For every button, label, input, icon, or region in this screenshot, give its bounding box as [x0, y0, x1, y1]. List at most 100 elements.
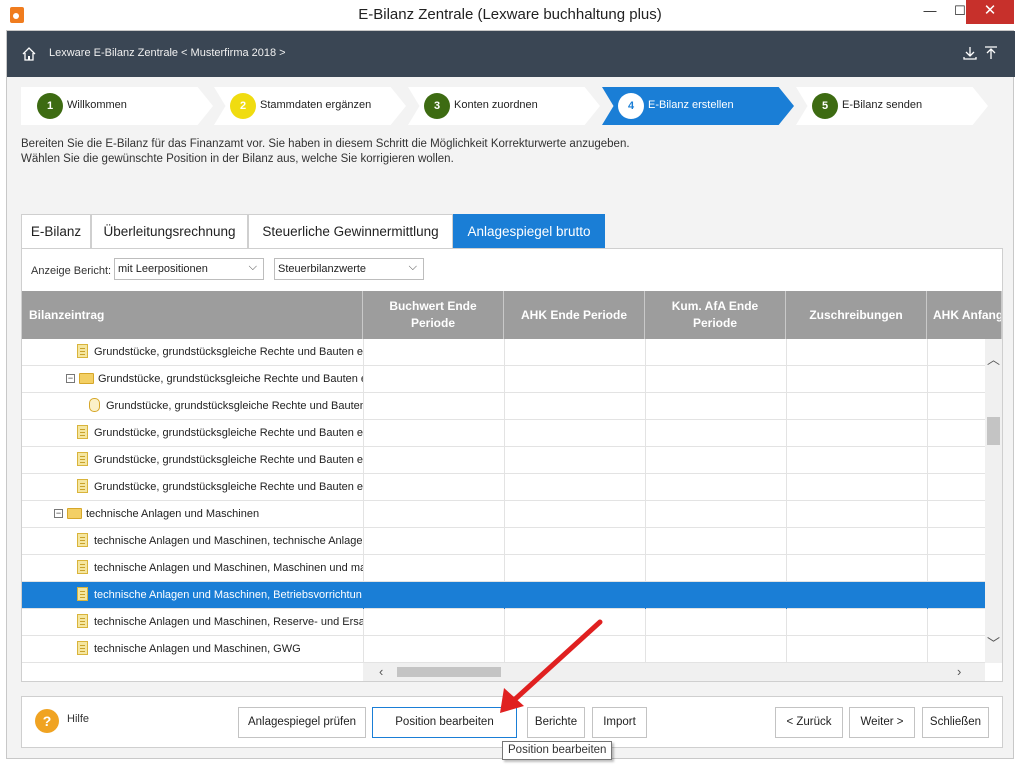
step-number: 5: [812, 93, 838, 119]
column-divider: [504, 609, 505, 636]
document-icon: [77, 344, 88, 359]
reports-button[interactable]: Berichte: [527, 707, 585, 738]
table-row[interactable]: technische Anlagen und Maschinen, GWG: [22, 636, 985, 663]
column-header[interactable]: Buchwert Ende Periode: [363, 291, 504, 339]
import-button[interactable]: Import: [592, 707, 647, 738]
value-type-select[interactable]: Steuerbilanzwerte ⌵: [274, 258, 424, 280]
table-row[interactable]: Grundstücke, grundstücksgleiche Rechte u…: [22, 474, 985, 501]
column-divider: [645, 582, 646, 609]
download-icon[interactable]: [962, 45, 978, 61]
scroll-thumb[interactable]: [987, 417, 1000, 445]
step-label: Konten zuordnen: [454, 99, 538, 111]
table-row[interactable]: Grundstücke, grundstücksgleiche Rechte u…: [22, 420, 985, 447]
intro-line-1: Bereiten Sie die E-Bilanz für das Finanz…: [21, 138, 630, 150]
app-header: Lexware E-Bilanz Zentrale < Musterfirma …: [7, 31, 1015, 77]
home-icon[interactable]: [21, 46, 37, 62]
table-row[interactable]: technische Anlagen und Maschinen, techni…: [22, 528, 985, 555]
step-assign-accounts[interactable]: 3 Konten zuordnen: [408, 87, 600, 125]
minimize-button[interactable]: —: [915, 0, 945, 24]
column-divider: [504, 420, 505, 447]
step-number: 4: [618, 93, 644, 119]
column-divider: [927, 528, 928, 555]
column-divider: [786, 339, 787, 366]
column-divider: [504, 555, 505, 582]
column-divider: [645, 555, 646, 582]
vertical-scrollbar[interactable]: ︿ ﹀: [985, 339, 1002, 663]
table-row[interactable]: − Grundstücke, grundstücksgleiche Rechte …: [22, 366, 985, 393]
select-value: Steuerbilanzwerte: [278, 263, 367, 275]
frozen-column-spacer: [22, 663, 363, 681]
column-divider: [504, 636, 505, 663]
column-divider: [927, 366, 928, 393]
row-label-cell: technische Anlagen und Maschinen, Maschi…: [22, 555, 363, 581]
empty-positions-select[interactable]: mit Leerpositionen ⌵: [114, 258, 264, 280]
help-icon[interactable]: ?: [35, 709, 59, 733]
column-divider: [645, 447, 646, 474]
column-divider: [927, 636, 928, 663]
step-welcome[interactable]: 1 Willkommen: [21, 87, 213, 125]
document-icon: [77, 425, 88, 440]
tab-ebilanz[interactable]: E-Bilanz: [21, 214, 91, 248]
next-button[interactable]: Weiter >: [849, 707, 915, 738]
column-divider: [504, 474, 505, 501]
close-window-button[interactable]: ✕: [966, 0, 1014, 24]
step-create-ebilanz[interactable]: 4 E-Bilanz erstellen: [602, 87, 794, 125]
tab-reconciliation[interactable]: Überleitungsrechnung: [91, 214, 248, 248]
horizontal-scrollbar[interactable]: ‹ ›: [363, 663, 985, 681]
collapse-toggle-icon[interactable]: −: [54, 508, 63, 518]
step-label: Willkommen: [67, 99, 127, 111]
title-bar: E-Bilanz Zentrale (Lexware buchhaltung p…: [0, 0, 1020, 30]
table-row[interactable]: − technische Anlagen und Maschinen: [22, 501, 985, 528]
scroll-thumb[interactable]: [397, 667, 501, 677]
table-row[interactable]: technische Anlagen und Maschinen, Betrie…: [22, 582, 985, 609]
scroll-down-icon[interactable]: ﹀: [985, 633, 1002, 652]
step-master-data[interactable]: 2 Stammdaten ergänzen: [214, 87, 406, 125]
scroll-right-icon[interactable]: ›: [957, 664, 961, 679]
scroll-up-icon[interactable]: ︿: [985, 349, 1002, 368]
column-divider: [363, 366, 364, 393]
column-divider: [363, 582, 364, 609]
row-label-cell: technische Anlagen und Maschinen, GWG: [22, 636, 363, 662]
row-label: technische Anlagen und Maschinen, Reserv…: [94, 616, 363, 628]
table-row[interactable]: Grundstücke, grundstücksgleiche Rechte u…: [22, 393, 985, 420]
table-row[interactable]: technische Anlagen und Maschinen, Reserv…: [22, 609, 985, 636]
table-row[interactable]: Grundstücke, grundstücksgleiche Rechte u…: [22, 339, 985, 366]
report-filter-label: Anzeige Bericht:: [31, 265, 112, 277]
step-send-ebilanz[interactable]: 5 E-Bilanz senden: [796, 87, 988, 125]
column-divider: [786, 528, 787, 555]
column-header[interactable]: AHK Ende Periode: [504, 291, 645, 339]
check-asset-schedule-button[interactable]: Anlagespiegel prüfen: [238, 707, 366, 738]
column-divider: [645, 528, 646, 555]
column-header[interactable]: AHK Anfang: [927, 291, 1002, 339]
column-divider: [645, 609, 646, 636]
column-header[interactable]: Zuschreibungen: [786, 291, 927, 339]
column-divider: [645, 636, 646, 663]
column-header[interactable]: Kum. AfA Ende Periode: [645, 291, 786, 339]
column-divider: [927, 582, 928, 609]
column-divider: [927, 393, 928, 420]
row-label: technische Anlagen und Maschinen, Maschi…: [94, 562, 363, 574]
document-icon: [77, 614, 88, 629]
help-link[interactable]: Hilfe: [67, 713, 89, 725]
edit-position-button[interactable]: Position bearbeiten: [372, 707, 517, 738]
tab-tax-profit[interactable]: Steuerliche Gewinnermittlung: [248, 214, 453, 248]
column-divider: [363, 636, 364, 663]
chevron-down-icon: ⌵: [248, 261, 257, 273]
back-button[interactable]: < Zurück: [775, 707, 843, 738]
row-label-cell: Grundstücke, grundstücksgleiche Rechte u…: [22, 474, 363, 500]
column-header[interactable]: Bilanzeintrag: [22, 291, 363, 339]
tab-asset-schedule[interactable]: Anlagespiegel brutto: [453, 214, 605, 248]
table-row[interactable]: technische Anlagen und Maschinen, Maschi…: [22, 555, 985, 582]
column-divider: [786, 420, 787, 447]
scroll-left-icon[interactable]: ‹: [379, 664, 383, 679]
column-divider: [363, 447, 364, 474]
column-divider: [927, 501, 928, 528]
collapse-toggle-icon[interactable]: −: [66, 373, 75, 383]
table-row[interactable]: Grundstücke, grundstücksgleiche Rechte u…: [22, 447, 985, 474]
upload-icon[interactable]: [983, 45, 999, 61]
folder-icon: [79, 372, 94, 384]
row-label-cell: Grundstücke, grundstücksgleiche Rechte u…: [22, 447, 363, 473]
close-button[interactable]: Schließen: [922, 707, 989, 738]
column-divider: [786, 501, 787, 528]
row-label: Grundstücke, grundstücksgleiche Rechte u…: [94, 454, 363, 466]
